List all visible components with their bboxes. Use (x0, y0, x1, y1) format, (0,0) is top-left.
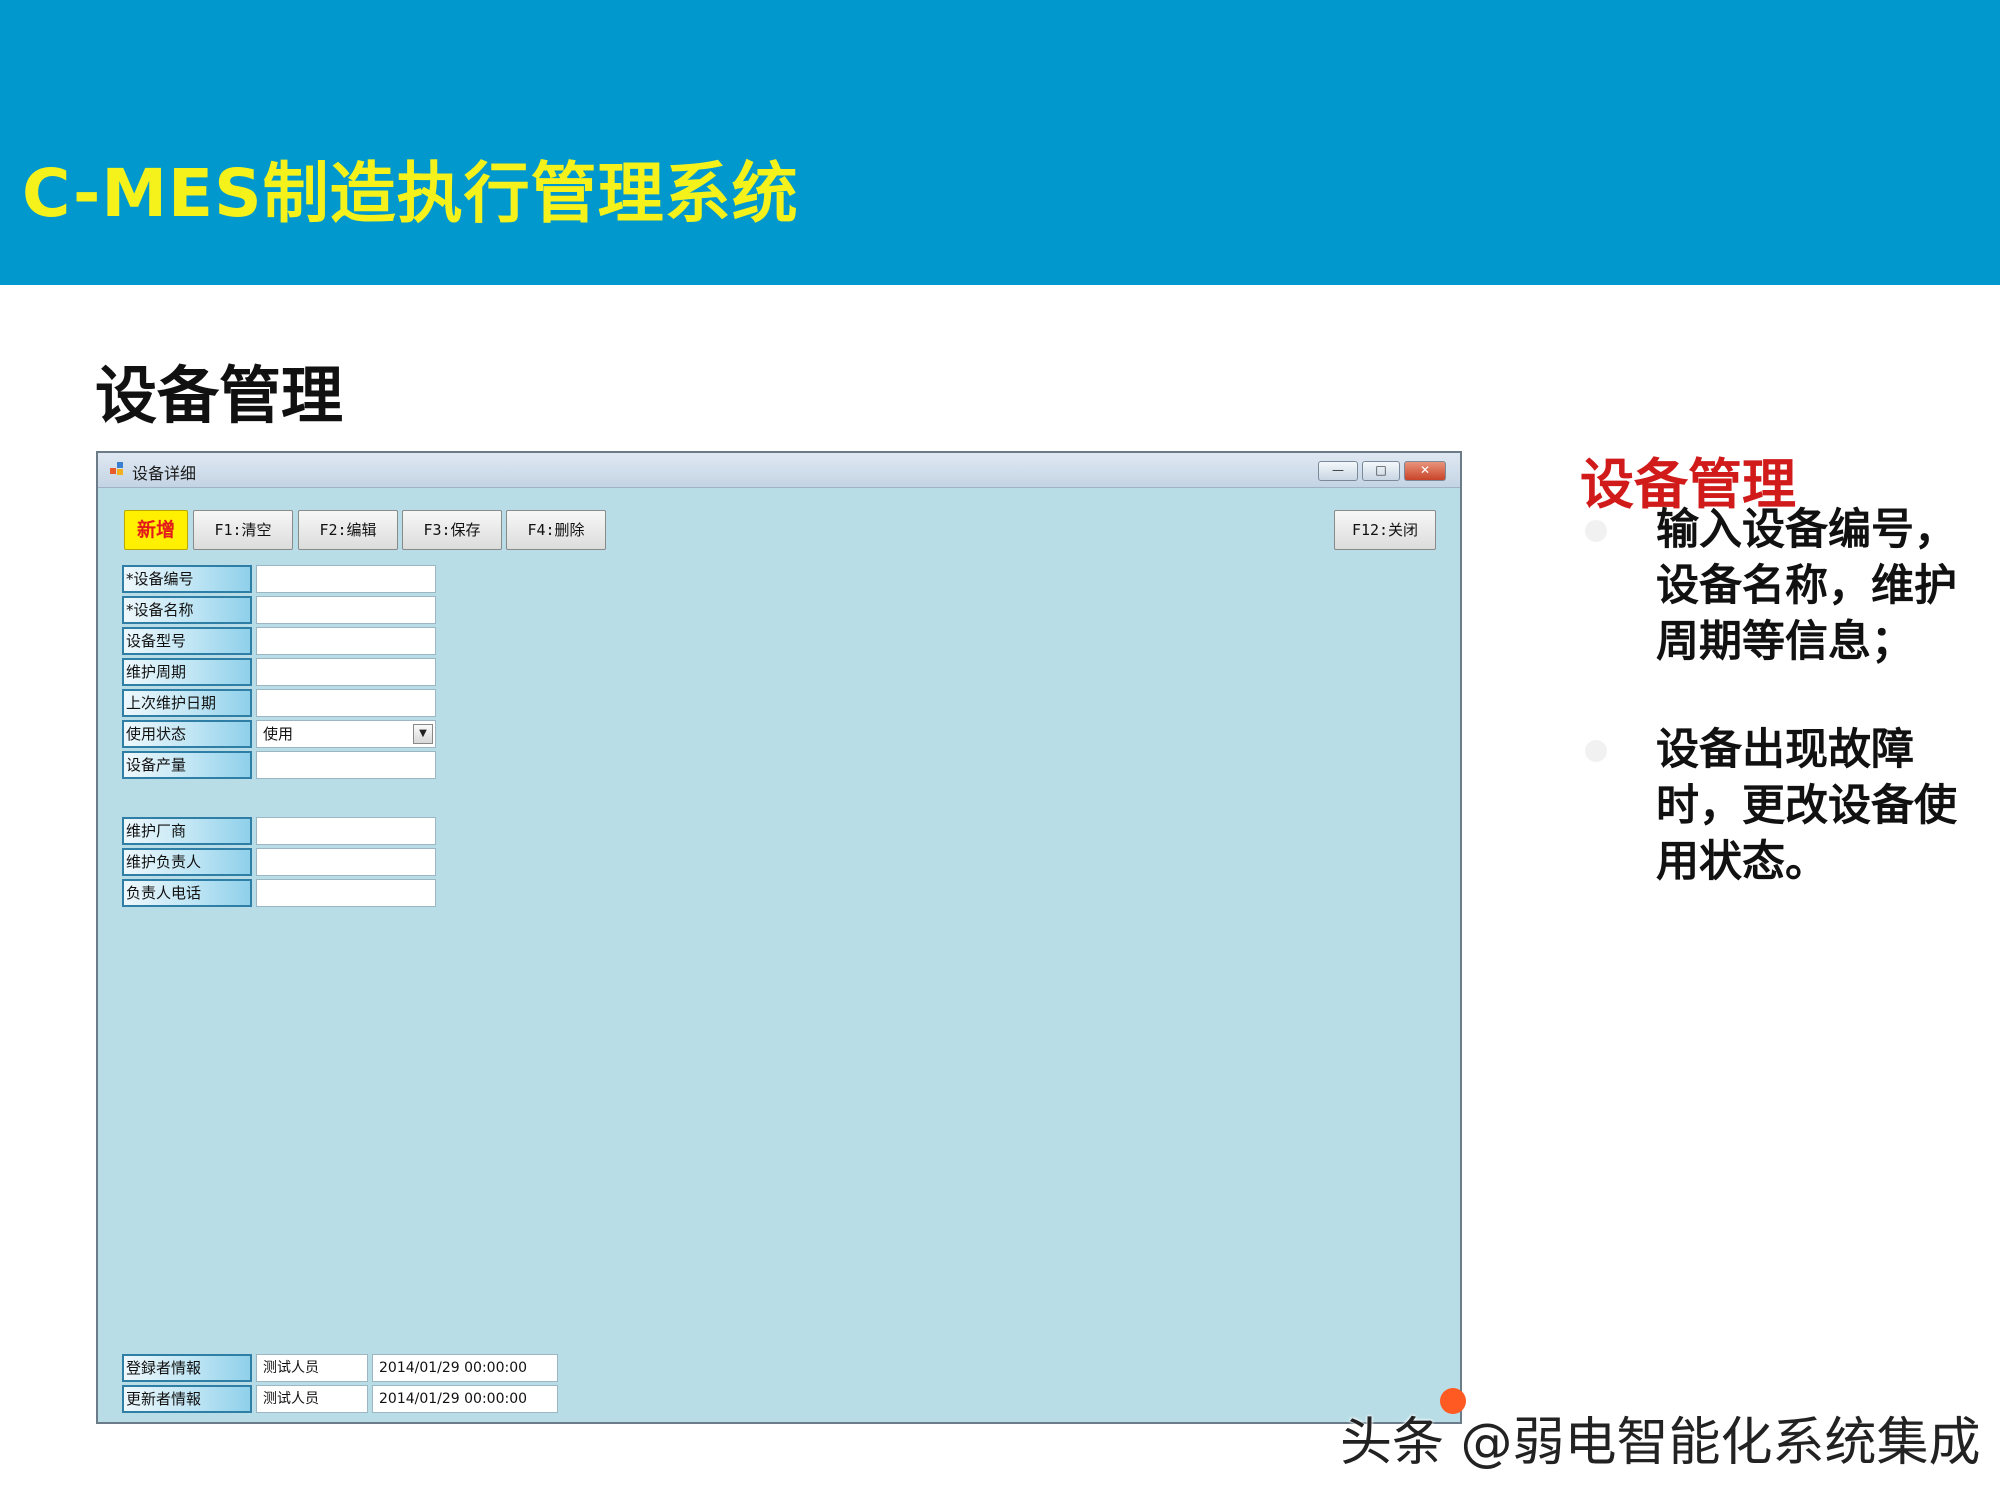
field-label-last-maintenance-date: 上次维护日期 (122, 689, 252, 717)
field-label-maintenance-cycle: 维护周期 (122, 658, 252, 686)
registrant-user: 测试人员 (256, 1354, 368, 1382)
close-button[interactable]: F12:关闭 (1334, 510, 1436, 550)
equipment-name-input[interactable] (256, 596, 436, 624)
person-phone-input[interactable] (256, 879, 436, 907)
minimize-button[interactable]: — (1318, 461, 1358, 481)
footer-label-registrant: 登録者情報 (122, 1354, 252, 1382)
dropdown-arrow-icon[interactable]: ▼ (413, 724, 433, 744)
usage-status-value: 使用 (263, 725, 294, 743)
field-label-equipment-no: *设备编号 (122, 565, 252, 593)
clear-button[interactable]: F1:清空 (193, 510, 293, 550)
maintenance-cycle-input[interactable] (256, 658, 436, 686)
maximize-button[interactable]: □ (1362, 461, 1400, 481)
page-title: 设备管理 (95, 359, 344, 432)
equipment-detail-window: 设备详细 — □ ✕ 新增 F1:清空 F2:编辑 F3:保存 F4:删除 F1… (96, 451, 1462, 1424)
window-title: 设备详细 (132, 464, 197, 483)
equipment-output-input[interactable] (256, 751, 436, 779)
window-titlebar[interactable]: 设备详细 — □ ✕ (98, 453, 1460, 488)
registrant-datetime: 2014/01/29 00:00:00 (372, 1354, 558, 1382)
field-label-equipment-model: 设备型号 (122, 627, 252, 655)
header-banner: C-MES制造执行管理系统 (0, 0, 2000, 285)
bullet-text-status-change: 设备出现故障时，更改设备使用状态。 (1656, 725, 1957, 887)
app-icon (110, 462, 124, 476)
new-button[interactable]: 新增 (124, 510, 188, 550)
last-maintenance-date-input[interactable] (256, 689, 436, 717)
save-button[interactable]: F3:保存 (402, 510, 502, 550)
field-label-maintenance-vendor: 维护厂商 (122, 817, 252, 845)
maintenance-person-input[interactable] (256, 848, 436, 876)
bullet-icon (1585, 520, 1607, 542)
bullet-text-input-info: 输入设备编号，设备名称，维护周期等信息； (1656, 505, 1957, 667)
maintenance-vendor-input[interactable] (256, 817, 436, 845)
footer-label-updater: 更新者情報 (122, 1385, 252, 1413)
field-label-person-phone: 负责人电话 (122, 879, 252, 907)
field-label-equipment-output: 设备产量 (122, 751, 252, 779)
updater-user: 测试人员 (256, 1385, 368, 1413)
field-label-equipment-name: *设备名称 (122, 596, 252, 624)
delete-button[interactable]: F4:删除 (506, 510, 606, 550)
updater-datetime: 2014/01/29 00:00:00 (372, 1385, 558, 1413)
usage-status-select[interactable]: 使用 ▼ (256, 720, 436, 748)
edit-button[interactable]: F2:编辑 (298, 510, 398, 550)
banner-title: C-MES制造执行管理系统 (22, 155, 799, 232)
field-label-usage-status: 使用状态 (122, 720, 252, 748)
bullet-icon (1585, 740, 1607, 762)
field-label-maintenance-person: 维护负责人 (122, 848, 252, 876)
equipment-model-input[interactable] (256, 627, 436, 655)
equipment-no-input[interactable] (256, 565, 436, 593)
close-window-button[interactable]: ✕ (1404, 461, 1446, 481)
watermark: 头条 @弱电智能化系统集成 (1340, 1413, 1981, 1473)
